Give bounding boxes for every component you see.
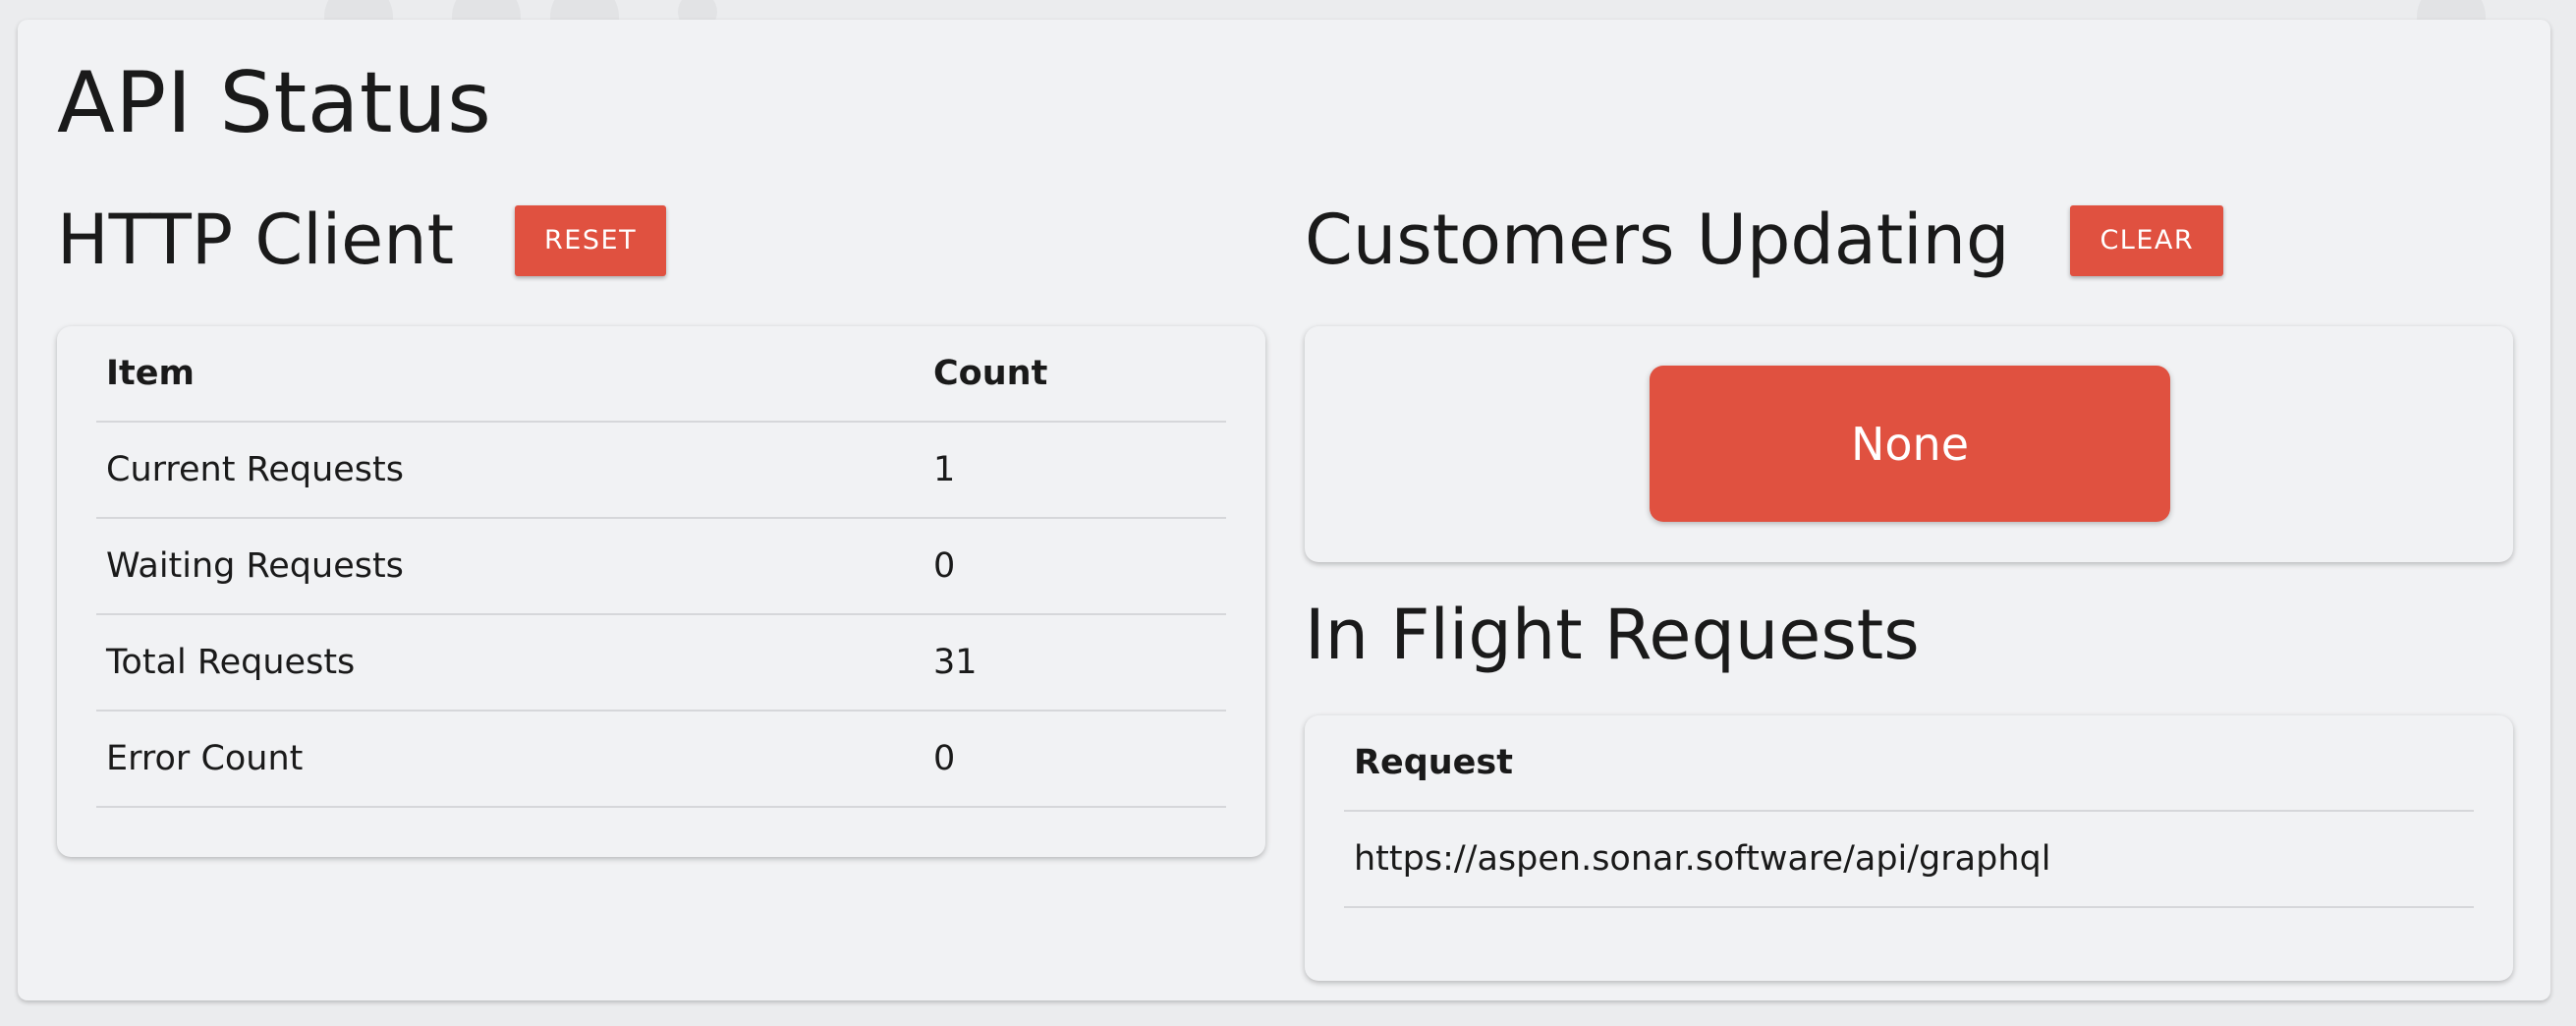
table-header-row: Item Count <box>96 326 1226 423</box>
http-client-card: Item Count Current Requests 1 Waiting Re… <box>57 326 1265 857</box>
table-row: Error Count 0 <box>96 711 1226 808</box>
table-row: https://aspen.sonar.software/api/graphql <box>1344 811 2474 908</box>
in-flight-heading: In Flight Requests <box>1305 595 1920 675</box>
table-row: Current Requests 1 <box>96 422 1226 519</box>
table-row: Waiting Requests 0 <box>96 518 1226 615</box>
column-header-request: Request <box>1344 715 2474 812</box>
column-header-count: Count <box>924 326 1226 423</box>
in-flight-table: Request https://aspen.sonar.software/api… <box>1344 715 2474 908</box>
row-request-url: https://aspen.sonar.software/api/graphql <box>1344 811 2474 908</box>
column-header-item: Item <box>96 326 924 423</box>
customers-updating-heading: Customers Updating <box>1305 200 2010 280</box>
table-header-row: Request <box>1344 715 2474 812</box>
customers-updating-header: Customers Updating CLEAR <box>1305 200 2224 280</box>
row-count: 31 <box>924 614 1226 712</box>
row-count: 0 <box>924 711 1226 808</box>
row-item: Current Requests <box>96 422 924 519</box>
row-item: Total Requests <box>96 614 924 712</box>
http-client-header: HTTP Client RESET <box>57 200 667 280</box>
http-client-table: Item Count Current Requests 1 Waiting Re… <box>96 326 1226 808</box>
http-client-heading: HTTP Client <box>57 200 455 280</box>
page-title: API Status <box>57 54 492 152</box>
api-status-panel: API Status HTTP Client RESET Item Count … <box>18 20 2550 1000</box>
clear-button[interactable]: CLEAR <box>2070 204 2224 276</box>
customers-updating-status-button[interactable]: None <box>1650 366 2170 522</box>
row-item: Error Count <box>96 711 924 808</box>
in-flight-card: Request https://aspen.sonar.software/api… <box>1305 715 2513 981</box>
reset-button[interactable]: RESET <box>515 204 667 276</box>
row-item: Waiting Requests <box>96 518 924 615</box>
row-count: 1 <box>924 422 1226 519</box>
table-row: Total Requests 31 <box>96 614 1226 712</box>
row-count: 0 <box>924 518 1226 615</box>
